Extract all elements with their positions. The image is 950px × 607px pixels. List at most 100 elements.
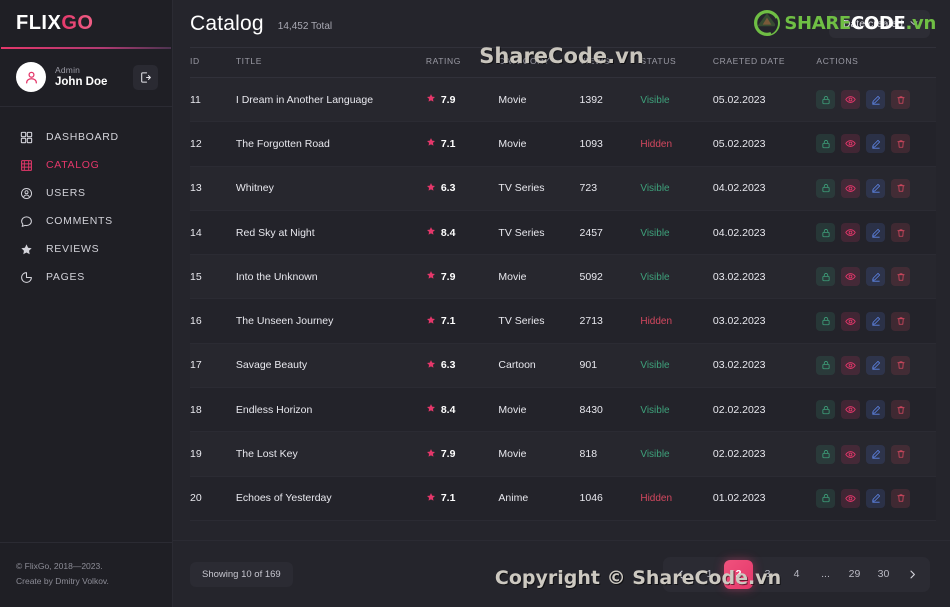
pagination-page-2[interactable]: 2: [724, 559, 753, 589]
star-icon: [426, 492, 436, 505]
cell-actions: [816, 121, 936, 167]
table-row[interactable]: 15 Into the Unknown 7.9 Movie 5092 Visible 03.…: [190, 254, 936, 300]
cell-title[interactable]: Endless Horizon: [235, 387, 426, 433]
cell-rating: 7.1: [425, 476, 499, 521]
cell-title[interactable]: Savage Beauty: [235, 343, 426, 389]
trash-icon[interactable]: [891, 90, 911, 110]
eye-icon[interactable]: [841, 90, 861, 110]
eye-icon[interactable]: [841, 488, 861, 508]
cell-views: 901: [579, 343, 641, 389]
lock-icon[interactable]: [816, 400, 836, 420]
trash-icon[interactable]: [891, 355, 911, 375]
eye-icon[interactable]: [841, 267, 861, 287]
edit-icon[interactable]: [866, 178, 886, 198]
status-badge: Visible: [640, 360, 670, 372]
table-row[interactable]: 13 Whitney 6.3 TV Series 723 Visible 04.02.202…: [190, 166, 936, 211]
logout-button[interactable]: [133, 64, 158, 90]
sidebar-item-comments[interactable]: COMMENTS: [0, 207, 172, 235]
profile-role: Admin: [55, 64, 81, 75]
edit-icon[interactable]: [866, 444, 886, 464]
edit-icon[interactable]: [866, 355, 886, 375]
table-row[interactable]: 19 The Lost Key 7.9 Movie 818 Visible 02.02.20…: [190, 431, 936, 477]
edit-icon[interactable]: [866, 134, 886, 154]
cell-actions: [816, 431, 936, 477]
cell-status: Visible: [640, 210, 713, 256]
table-row[interactable]: 12 The Forgotten Road 7.1 Movie 1093 Hidden 05…: [190, 121, 936, 167]
pagination-page-30[interactable]: 30: [869, 560, 898, 589]
lock-icon[interactable]: [816, 488, 836, 508]
cell-title[interactable]: The Unseen Journey: [235, 298, 426, 344]
table-row[interactable]: 14 Red Sky at Night 8.4 TV Series 2457 Visibl…: [190, 210, 936, 256]
cell-title[interactable]: Red Sky at Night: [235, 210, 426, 256]
edit-icon[interactable]: [866, 90, 886, 110]
eye-icon[interactable]: [841, 400, 861, 420]
edit-icon[interactable]: [866, 267, 886, 287]
showing-count: Showing 10 of 169: [190, 561, 293, 587]
eye-icon[interactable]: [841, 178, 861, 198]
lock-icon[interactable]: [816, 444, 836, 464]
cell-title[interactable]: Into the Unknown: [235, 254, 426, 300]
table-row[interactable]: 16 The Unseen Journey 7.1 TV Series 2713 Hidd…: [190, 298, 936, 344]
lock-icon[interactable]: [816, 311, 836, 331]
pagination-page-3[interactable]: 3: [753, 560, 782, 589]
eye-icon[interactable]: [841, 134, 861, 154]
table-row[interactable]: 17 Savage Beauty 6.3 Cartoon 901 Visible 03.02…: [190, 343, 936, 389]
cell-title[interactable]: I Dream in Another Language: [235, 77, 426, 123]
cell-status: Visible: [640, 77, 713, 123]
brand-logo[interactable]: FLIX GO: [0, 0, 172, 47]
cell-title[interactable]: Whitney: [235, 166, 426, 211]
sidebar-item-catalog[interactable]: CATALOG: [0, 151, 172, 179]
edit-icon[interactable]: [866, 223, 886, 243]
trash-icon[interactable]: [891, 267, 911, 287]
sort-dropdown-button[interactable]: Date created: [828, 9, 930, 38]
trash-icon[interactable]: [891, 134, 911, 154]
sidebar-item-users[interactable]: USERS: [0, 179, 172, 207]
pagination-page-4[interactable]: 4: [782, 560, 811, 589]
table-row[interactable]: 20 Echoes of Yesterday 7.1 Anime 1046 Hidden 0…: [190, 476, 936, 521]
pagination-next-button[interactable]: [898, 560, 927, 589]
pagination-page-29[interactable]: 29: [840, 560, 869, 589]
edit-icon[interactable]: [866, 488, 886, 508]
lock-icon[interactable]: [816, 178, 836, 198]
cell-rating: 7.9: [425, 431, 499, 477]
lock-icon[interactable]: [816, 267, 836, 287]
trash-icon[interactable]: [891, 444, 911, 464]
rating-value: 7.9: [440, 448, 456, 461]
lock-icon[interactable]: [816, 223, 836, 243]
eye-icon[interactable]: [841, 223, 861, 243]
trash-icon[interactable]: [891, 311, 911, 331]
cell-title[interactable]: The Lost Key: [235, 431, 426, 477]
trash-icon[interactable]: [891, 400, 911, 420]
lock-icon[interactable]: [816, 355, 836, 375]
sidebar-item-dashboard[interactable]: DASHBOARD: [0, 123, 172, 151]
trash-icon[interactable]: [891, 178, 911, 198]
pagination-page-1[interactable]: 1: [695, 560, 724, 589]
eye-icon[interactable]: [841, 355, 861, 375]
pagination-prev-button[interactable]: [666, 560, 695, 589]
edit-icon[interactable]: [866, 400, 886, 420]
edit-icon[interactable]: [866, 311, 886, 331]
cell-rating: 8.4: [425, 387, 499, 433]
lock-icon[interactable]: [816, 90, 836, 110]
rating-value: 8.4: [440, 226, 456, 239]
avatar[interactable]: [16, 62, 46, 92]
cell-title[interactable]: The Forgotten Road: [235, 121, 426, 167]
trash-icon[interactable]: [891, 223, 911, 243]
cell-title[interactable]: Echoes of Yesterday: [235, 476, 426, 521]
star-icon: [426, 182, 436, 195]
sidebar-item-reviews[interactable]: REVIEWS: [0, 235, 172, 263]
lock-icon[interactable]: [816, 134, 836, 154]
eye-icon[interactable]: [841, 311, 861, 331]
table-head: ID TITLE RATING CATEGORY VIEWS STATUS CR…: [190, 47, 936, 78]
cell-status: Visible: [640, 343, 713, 389]
sidebar-item-pages[interactable]: PAGES: [0, 263, 172, 291]
trash-icon[interactable]: [891, 488, 911, 508]
cell-views: 2457: [579, 210, 641, 256]
profile-block: Admin John Doe: [0, 49, 172, 107]
cell-rating: 8.4: [425, 210, 499, 256]
table-row[interactable]: 11 I Dream in Another Language 7.9 Movie 139…: [190, 77, 936, 123]
rating-value: 6.3: [440, 359, 456, 372]
eye-icon[interactable]: [841, 444, 861, 464]
pagination-page-...[interactable]: ...: [811, 560, 840, 589]
table-row[interactable]: 18 Endless Horizon 8.4 Movie 8430 Visible 02.0…: [190, 387, 936, 433]
